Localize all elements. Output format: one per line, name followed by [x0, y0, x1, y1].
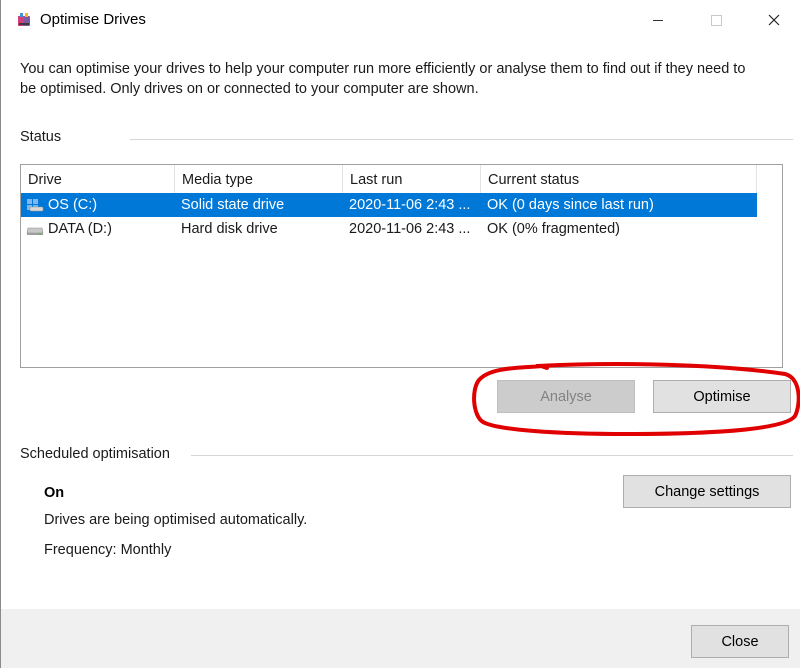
maximize-icon	[710, 14, 722, 26]
drives-list[interactable]: Drive Media type Last run Current status…	[20, 164, 783, 368]
minimize-button[interactable]	[635, 0, 681, 40]
schedule-state: On	[44, 485, 65, 501]
intro-text: You can optimise your drives to help you…	[20, 61, 746, 97]
drive-name: DATA (D:)	[48, 221, 112, 237]
drives-list-header: Drive Media type Last run Current status	[21, 165, 782, 193]
scheduled-divider	[191, 455, 793, 456]
dialog-footer	[1, 609, 800, 668]
change-settings-button[interactable]: Change settings	[623, 475, 791, 508]
close-button[interactable]: Close	[691, 625, 789, 658]
close-window-button[interactable]	[751, 0, 797, 40]
scheduled-section-label: Scheduled optimisation	[20, 446, 170, 462]
media-type: Hard disk drive	[181, 221, 278, 237]
status-section-label: Status	[20, 129, 62, 145]
current-status: OK (0 days since last run)	[487, 197, 654, 213]
window-title: Optimise Drives	[40, 11, 146, 28]
column-header-current-status[interactable]: Current status	[481, 165, 757, 193]
optimise-drives-window: Optimise Drives You can optimise your dr…	[0, 0, 800, 668]
title-bar[interactable]: Optimise Drives	[1, 0, 800, 40]
column-header-drive[interactable]: Drive	[21, 165, 175, 193]
minimize-icon	[653, 19, 663, 21]
maximize-button[interactable]	[693, 0, 739, 40]
hard-disk-icon	[26, 227, 44, 235]
schedule-description: Drives are being optimised automatically…	[44, 512, 308, 528]
last-run: 2020-11-06 2:43 ...	[349, 221, 471, 237]
status-divider	[130, 139, 793, 140]
analyse-button[interactable]: Analyse	[497, 380, 635, 413]
close-icon	[768, 14, 780, 26]
current-status: OK (0% fragmented)	[487, 221, 620, 237]
drive-name: OS (C:)	[48, 197, 98, 213]
drive-row-data-d[interactable]: DATA (D:) Hard disk drive 2020-11-06 2:4…	[21, 217, 757, 241]
defrag-app-icon	[18, 13, 30, 26]
schedule-frequency: Frequency: Monthly	[44, 542, 172, 558]
windows-drive-icon	[27, 199, 44, 212]
drive-row-os-c[interactable]: OS (C:) Solid state drive 2020-11-06 2:4…	[21, 193, 757, 217]
column-header-media-type[interactable]: Media type	[175, 165, 343, 193]
optimise-button[interactable]: Optimise	[653, 380, 791, 413]
column-header-last-run[interactable]: Last run	[343, 165, 481, 193]
last-run: 2020-11-06 2:43 ...	[349, 197, 471, 213]
media-type: Solid state drive	[181, 197, 285, 213]
